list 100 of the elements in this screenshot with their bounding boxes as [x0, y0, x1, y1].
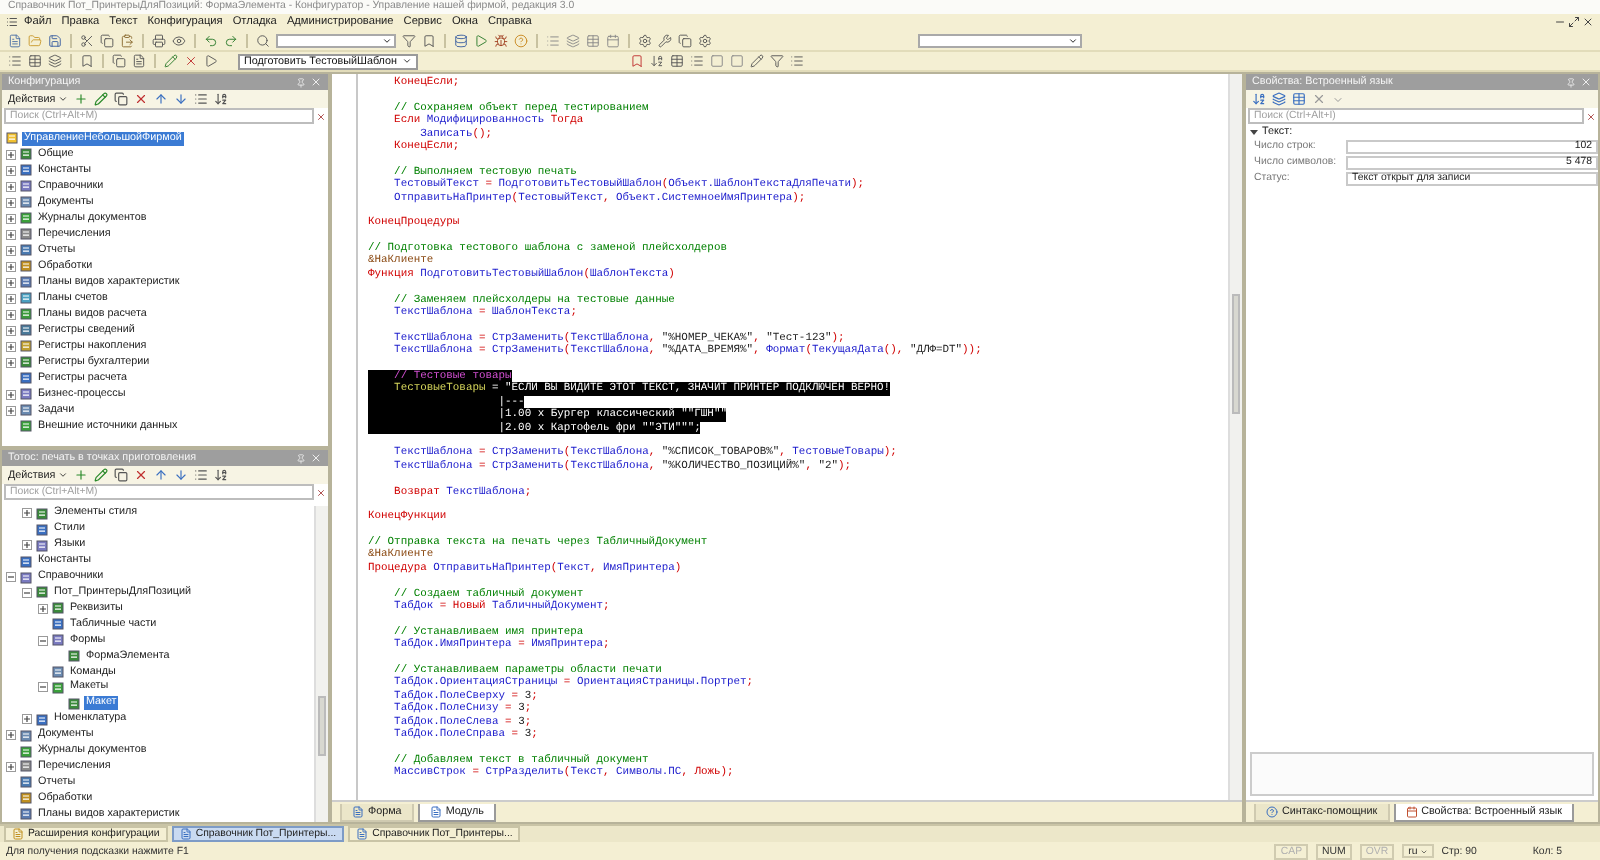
layers-icon[interactable] — [48, 54, 62, 68]
document-icon[interactable] — [132, 54, 146, 68]
sort-icon[interactable] — [1252, 92, 1266, 106]
list-icon — [20, 148, 32, 160]
table-icon[interactable] — [586, 33, 600, 47]
printer-icon[interactable] — [152, 33, 166, 47]
document-icon — [12, 828, 24, 840]
expand-icon[interactable] — [6, 261, 16, 271]
copy-icon[interactable] — [113, 468, 128, 482]
bug-icon[interactable] — [494, 33, 508, 47]
play-icon[interactable] — [204, 54, 218, 68]
filter-icon[interactable] — [402, 33, 416, 47]
expand-icon[interactable] — [38, 603, 48, 614]
filter-icon[interactable] — [769, 54, 783, 68]
expand-icon[interactable] — [6, 293, 16, 303]
layers-icon[interactable] — [1272, 92, 1286, 106]
expand-icon[interactable] — [6, 761, 16, 772]
wrench-icon[interactable] — [658, 33, 672, 47]
expand-icon[interactable] — [6, 277, 16, 287]
database-icon[interactable] — [454, 33, 468, 47]
copy-icon[interactable] — [100, 33, 114, 47]
gear-icon[interactable] — [698, 33, 712, 47]
cut-icon[interactable] — [80, 33, 94, 47]
help-icon[interactable] — [514, 33, 528, 47]
move-up-icon[interactable] — [153, 92, 168, 106]
expand-icon[interactable] — [6, 341, 16, 351]
expand-icon[interactable] — [6, 245, 16, 255]
collapse-icon[interactable] — [1250, 128, 1258, 136]
list-icon — [36, 713, 48, 726]
pencil-icon[interactable] — [164, 54, 178, 68]
undo-icon[interactable] — [204, 33, 218, 47]
list-icon — [20, 388, 32, 400]
list-icon — [20, 571, 32, 584]
close-icon[interactable] — [1582, 16, 1594, 28]
bookmark-icon[interactable] — [422, 33, 436, 47]
list-icon[interactable] — [193, 92, 208, 106]
delete-icon[interactable] — [1312, 92, 1326, 106]
new-file-icon[interactable] — [8, 33, 22, 47]
expand-icon[interactable] — [6, 165, 16, 175]
delete-icon[interactable] — [133, 92, 148, 106]
expand-icon[interactable] — [6, 730, 16, 741]
list-icon — [20, 244, 32, 256]
dropdown-field[interactable] — [918, 33, 1082, 47]
pencil-icon[interactable] — [93, 468, 108, 482]
settings-icon[interactable] — [638, 33, 652, 47]
pencil-icon[interactable] — [93, 92, 108, 106]
paste-icon[interactable] — [120, 33, 134, 47]
bookmark-icon[interactable] — [80, 54, 94, 68]
list-icon[interactable] — [193, 468, 208, 482]
menu-icon[interactable] — [6, 16, 18, 28]
add-icon[interactable] — [73, 468, 88, 482]
expand-icon[interactable] — [22, 714, 32, 725]
expand-icon[interactable] — [6, 405, 16, 415]
table-icon[interactable] — [28, 54, 42, 68]
expand-icon[interactable] — [22, 508, 32, 519]
expand-icon[interactable] — [6, 149, 16, 159]
play-icon[interactable] — [474, 33, 488, 47]
code-editor[interactable] — [330, 72, 1244, 824]
scrollbar[interactable] — [314, 506, 328, 822]
save-icon[interactable] — [48, 33, 62, 47]
redo-icon[interactable] — [224, 33, 238, 47]
text-field[interactable] — [276, 33, 396, 47]
scrollbar[interactable] — [1228, 74, 1242, 800]
list-icon — [20, 164, 32, 176]
layers-icon[interactable] — [566, 33, 580, 47]
list-icon[interactable] — [8, 54, 22, 68]
sort-icon[interactable] — [649, 54, 663, 68]
expand-icon[interactable] — [22, 540, 32, 551]
delete-icon[interactable] — [184, 54, 198, 68]
expand-icon[interactable] — [6, 357, 16, 367]
expand-icon[interactable] — [6, 213, 16, 223]
sort-icon[interactable] — [213, 468, 228, 482]
calendar-icon[interactable] — [606, 33, 620, 47]
search-icon[interactable] — [256, 33, 270, 47]
list-icon — [20, 324, 32, 336]
bookmark-icon[interactable] — [629, 54, 643, 68]
pencil-icon[interactable] — [749, 54, 763, 68]
expand-icon[interactable] — [6, 309, 16, 319]
move-down-icon[interactable] — [173, 468, 188, 482]
add-icon[interactable] — [73, 92, 88, 106]
list-icon[interactable] — [789, 54, 803, 68]
document-icon — [429, 806, 442, 818]
copy-icon[interactable] — [112, 54, 126, 68]
copy-icon[interactable] — [113, 92, 128, 106]
move-up-icon[interactable] — [153, 468, 168, 482]
list-icon — [6, 132, 18, 144]
expand-icon[interactable] — [6, 229, 16, 239]
move-down-icon[interactable] — [173, 92, 188, 106]
delete-icon[interactable] — [133, 468, 148, 482]
document-icon — [179, 828, 192, 840]
expand-icon[interactable] — [6, 325, 16, 335]
sort-icon[interactable] — [213, 92, 228, 106]
expand-icon[interactable] — [6, 197, 16, 207]
preview-icon[interactable] — [172, 33, 186, 47]
list-icon[interactable] — [689, 54, 703, 68]
table-icon[interactable] — [669, 54, 683, 68]
expand-icon[interactable] — [6, 181, 16, 191]
table-icon[interactable] — [1292, 92, 1306, 106]
expand-icon[interactable] — [6, 389, 16, 399]
caret-icon — [57, 470, 68, 480]
